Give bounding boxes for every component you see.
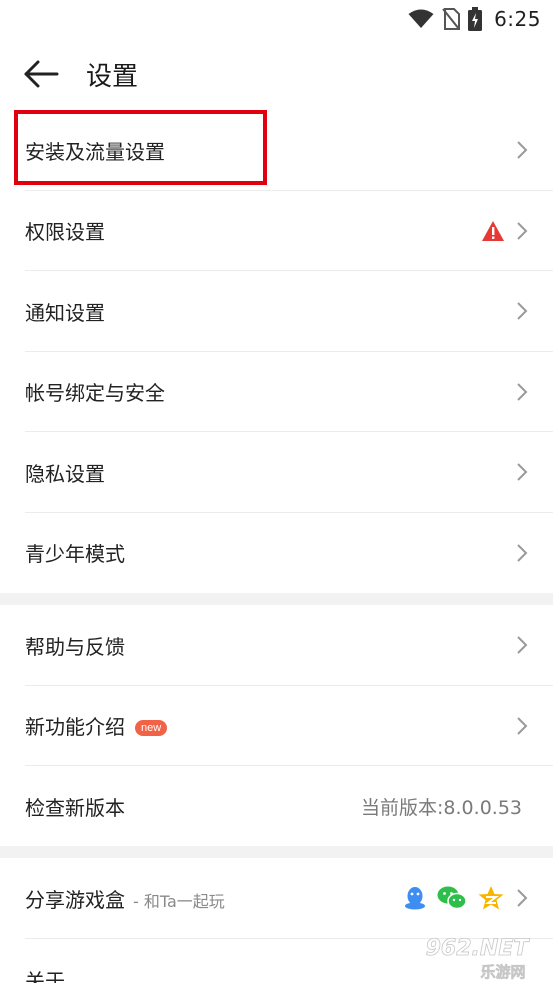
settings-section-help: 帮助与反馈 新功能介绍 new 检查新版本 当前版本:8.0.0.53 xyxy=(0,605,553,847)
section-separator xyxy=(0,593,553,605)
chevron-right-icon xyxy=(517,222,528,240)
status-bar: 6:25 xyxy=(0,0,553,38)
settings-item-share-app[interactable]: 分享游戏盒 - 和Ta一起玩 xyxy=(0,858,553,939)
settings-item-account-security[interactable]: 帐号绑定与安全 xyxy=(0,352,553,432)
watermark-logo: 962.NET 乐游网 xyxy=(425,936,531,981)
no-sim-icon xyxy=(442,8,461,30)
new-badge: new xyxy=(135,720,168,737)
watermark-brand-top: 962.NET xyxy=(426,936,531,961)
wechat-icon xyxy=(437,886,467,910)
app-bar: 设置 xyxy=(0,38,553,110)
settings-item-label: 新功能介绍 new xyxy=(25,711,168,740)
settings-item-label: 检查新版本 xyxy=(25,795,125,820)
settings-item-label: 隐私设置 xyxy=(25,461,105,486)
qq-icon xyxy=(405,887,425,910)
page-title: 设置 xyxy=(86,62,139,92)
settings-item-permissions[interactable]: 权限设置 xyxy=(0,191,553,271)
settings-item-new-features[interactable]: 新功能介绍 new xyxy=(0,686,553,766)
settings-item-label: 帮助与反馈 xyxy=(25,634,125,659)
watermark-brand-bottom: 乐游网 xyxy=(480,963,525,981)
settings-item-label: 通知设置 xyxy=(25,300,105,325)
share-icons xyxy=(403,885,505,911)
chevron-right-icon xyxy=(517,383,528,401)
settings-item-subtitle: - 和Ta一起玩 xyxy=(133,891,225,911)
arrow-left-icon xyxy=(24,60,59,88)
back-button[interactable] xyxy=(18,54,64,94)
wifi-icon xyxy=(408,9,434,28)
chevron-right-icon xyxy=(517,544,528,562)
status-time: 6:25 xyxy=(494,7,541,31)
settings-item-help-feedback[interactable]: 帮助与反馈 xyxy=(0,605,553,686)
current-version-value: 当前版本:8.0.0.53 xyxy=(361,796,522,819)
settings-item-label-text: 新功能介绍 xyxy=(25,715,125,740)
settings-item-label: 权限设置 xyxy=(25,220,105,245)
settings-item-label: 青少年模式 xyxy=(25,542,125,567)
chevron-right-icon xyxy=(517,463,528,481)
settings-item-label: 安装及流量设置 xyxy=(25,139,165,164)
settings-item-teen-mode[interactable]: 青少年模式 xyxy=(0,513,553,594)
settings-item-label: 帐号绑定与安全 xyxy=(25,381,165,406)
chevron-right-icon xyxy=(517,889,528,907)
chevron-right-icon xyxy=(517,141,528,159)
settings-item-check-update[interactable]: 检查新版本 当前版本:8.0.0.53 xyxy=(0,766,553,847)
settings-item-privacy[interactable]: 隐私设置 xyxy=(0,432,553,513)
chevron-right-icon xyxy=(517,636,528,654)
chevron-right-icon xyxy=(517,717,528,735)
status-icons: 6:25 xyxy=(408,6,541,32)
settings-item-label: 关于 xyxy=(25,968,65,983)
settings-item-label-text: 分享游戏盒 xyxy=(25,887,125,912)
battery-charging-icon xyxy=(468,7,483,31)
section-separator xyxy=(0,846,553,858)
qzone-icon xyxy=(478,886,504,910)
settings-section-main: 安装及流量设置 权限设置 通知设置 帐号绑定与安全 隐私设置 青少年模式 xyxy=(0,110,553,593)
settings-item-label: 分享游戏盒 - 和Ta一起玩 xyxy=(25,884,225,913)
warning-icon xyxy=(482,220,504,241)
settings-item-install-traffic[interactable]: 安装及流量设置 xyxy=(0,110,553,191)
chevron-right-icon xyxy=(517,302,528,320)
settings-item-notifications[interactable]: 通知设置 xyxy=(0,271,553,352)
